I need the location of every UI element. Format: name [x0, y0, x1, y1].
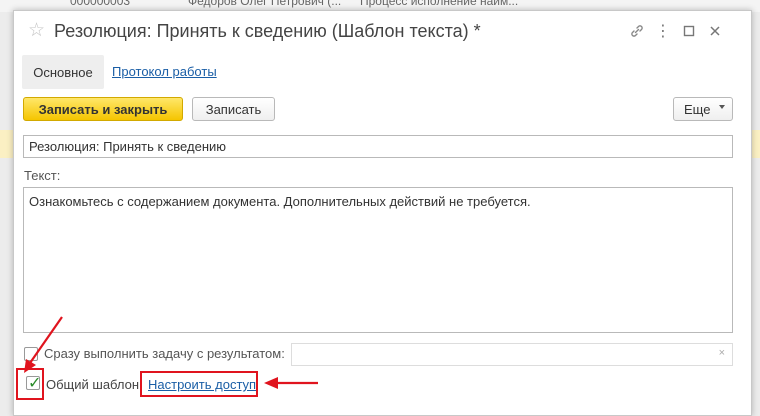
- text-area[interactable]: Ознакомьтесь с содержанием документа. До…: [23, 187, 733, 333]
- annotation-arrow-up-icon: [24, 316, 63, 373]
- execute-immediately-label: Сразу выполнить задачу с результатом:: [44, 346, 285, 361]
- annotation-arrow-left-icon: [264, 377, 318, 389]
- bg-row-author: Федоров Олег Петрович (...: [188, 0, 342, 8]
- maximize-icon[interactable]: [678, 20, 700, 42]
- bg-row-number: 000000003: [70, 0, 131, 8]
- name-input[interactable]: Резолюция: Принять к сведению: [23, 135, 733, 158]
- tab-main[interactable]: Основное: [22, 55, 104, 89]
- name-input-value: Резолюция: Принять к сведению: [29, 139, 227, 154]
- background-highlight-left: [0, 130, 14, 158]
- titlebar: ☆ Резолюция: Принять к сведению (Шаблон …: [14, 11, 751, 51]
- chevron-down-icon: [719, 105, 725, 109]
- annotation-link-highlight: [140, 371, 258, 397]
- bg-row-process: Процесс исполнение найм...: [360, 0, 519, 8]
- more-button-label: Еще: [684, 101, 711, 117]
- clear-icon[interactable]: ×: [719, 347, 725, 359]
- favorite-star-icon[interactable]: ☆: [28, 19, 45, 42]
- result-input[interactable]: ×: [291, 343, 733, 366]
- save-and-close-button[interactable]: Записать и закрыть: [23, 97, 183, 121]
- window-title: Резолюция: Принять к сведению (Шаблон те…: [54, 21, 481, 41]
- text-area-value: Ознакомьтесь с содержанием документа. До…: [29, 194, 531, 209]
- more-menu-icon[interactable]: ⋮: [652, 20, 674, 42]
- text-label: Текст:: [24, 168, 61, 183]
- link-icon[interactable]: [626, 20, 648, 42]
- tab-work-log[interactable]: Протокол работы: [112, 64, 217, 79]
- save-button[interactable]: Записать: [192, 97, 275, 121]
- more-button[interactable]: Еще: [673, 97, 733, 121]
- template-dialog: ☆ Резолюция: Принять к сведению (Шаблон …: [13, 10, 752, 416]
- close-icon[interactable]: [704, 20, 726, 42]
